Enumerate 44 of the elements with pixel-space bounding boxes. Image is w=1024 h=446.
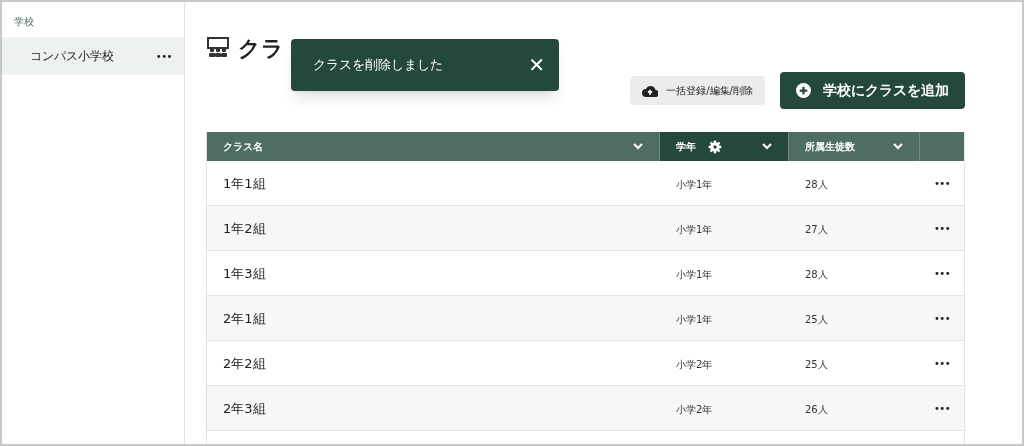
student-count-cell: 28人 bbox=[805, 179, 828, 190]
grade-cell: 小学2年 bbox=[676, 359, 713, 370]
sidebar-heading: 学校 bbox=[13, 15, 35, 29]
chevron-down-icon bbox=[893, 143, 903, 150]
classroom-icon bbox=[206, 37, 230, 59]
more-menu-button[interactable]: ••• bbox=[933, 400, 951, 416]
grade-cell: 小学1年 bbox=[676, 314, 713, 325]
chevron-down-icon bbox=[633, 143, 643, 150]
sidebar-item-label: コンパス小学校 bbox=[30, 48, 114, 65]
grade-cell: 小学1年 bbox=[676, 179, 713, 190]
grade-cell: 小学1年 bbox=[676, 269, 713, 280]
column-label: クラス名 bbox=[223, 140, 263, 154]
chevron-down-icon bbox=[762, 143, 772, 150]
add-class-button[interactable]: 学校にクラスを追加 bbox=[780, 72, 965, 109]
settings-icon[interactable] bbox=[708, 139, 722, 154]
grade-cell: 小学2年 bbox=[676, 404, 713, 415]
student-count-cell: 27人 bbox=[805, 224, 828, 235]
student-count-cell: 25人 bbox=[805, 359, 828, 370]
class-name-cell: 1年3組 bbox=[223, 266, 266, 281]
page-title: クラ bbox=[238, 34, 284, 63]
class-name-cell: 2年3組 bbox=[223, 401, 266, 416]
more-menu-button[interactable]: ••• bbox=[155, 48, 172, 64]
class-name-cell: 1年1組 bbox=[223, 176, 266, 191]
student-count-cell: 28人 bbox=[805, 269, 828, 280]
column-label: 学年 bbox=[676, 140, 696, 154]
bulk-edit-button[interactable]: 一括登録/編集/削除 bbox=[630, 76, 765, 105]
column-label: 所属生徒数 bbox=[805, 140, 855, 154]
more-menu-button[interactable]: ••• bbox=[933, 265, 951, 281]
grade-cell: 小学1年 bbox=[676, 224, 713, 235]
toast-message: クラスを削除しました bbox=[313, 56, 443, 75]
plus-circle-icon bbox=[796, 83, 811, 98]
more-menu-button[interactable]: ••• bbox=[933, 355, 951, 371]
student-count-cell: 25人 bbox=[805, 314, 828, 325]
class-name-cell: 2年1組 bbox=[223, 311, 266, 326]
student-count-cell: 26人 bbox=[805, 404, 828, 415]
more-menu-button[interactable]: ••• bbox=[933, 175, 951, 191]
sidebar-item[interactable]: コンパス小学校 ••• bbox=[2, 37, 184, 75]
cloud-upload-icon bbox=[642, 84, 659, 97]
close-button[interactable]: ✕ bbox=[528, 50, 545, 80]
more-menu-button[interactable]: ••• bbox=[933, 220, 951, 236]
more-menu-button[interactable]: ••• bbox=[933, 310, 951, 326]
class-name-cell: 1年2組 bbox=[223, 221, 266, 236]
class-name-cell: 2年2組 bbox=[223, 356, 266, 371]
column-header[interactable]: 学年 bbox=[660, 132, 789, 161]
